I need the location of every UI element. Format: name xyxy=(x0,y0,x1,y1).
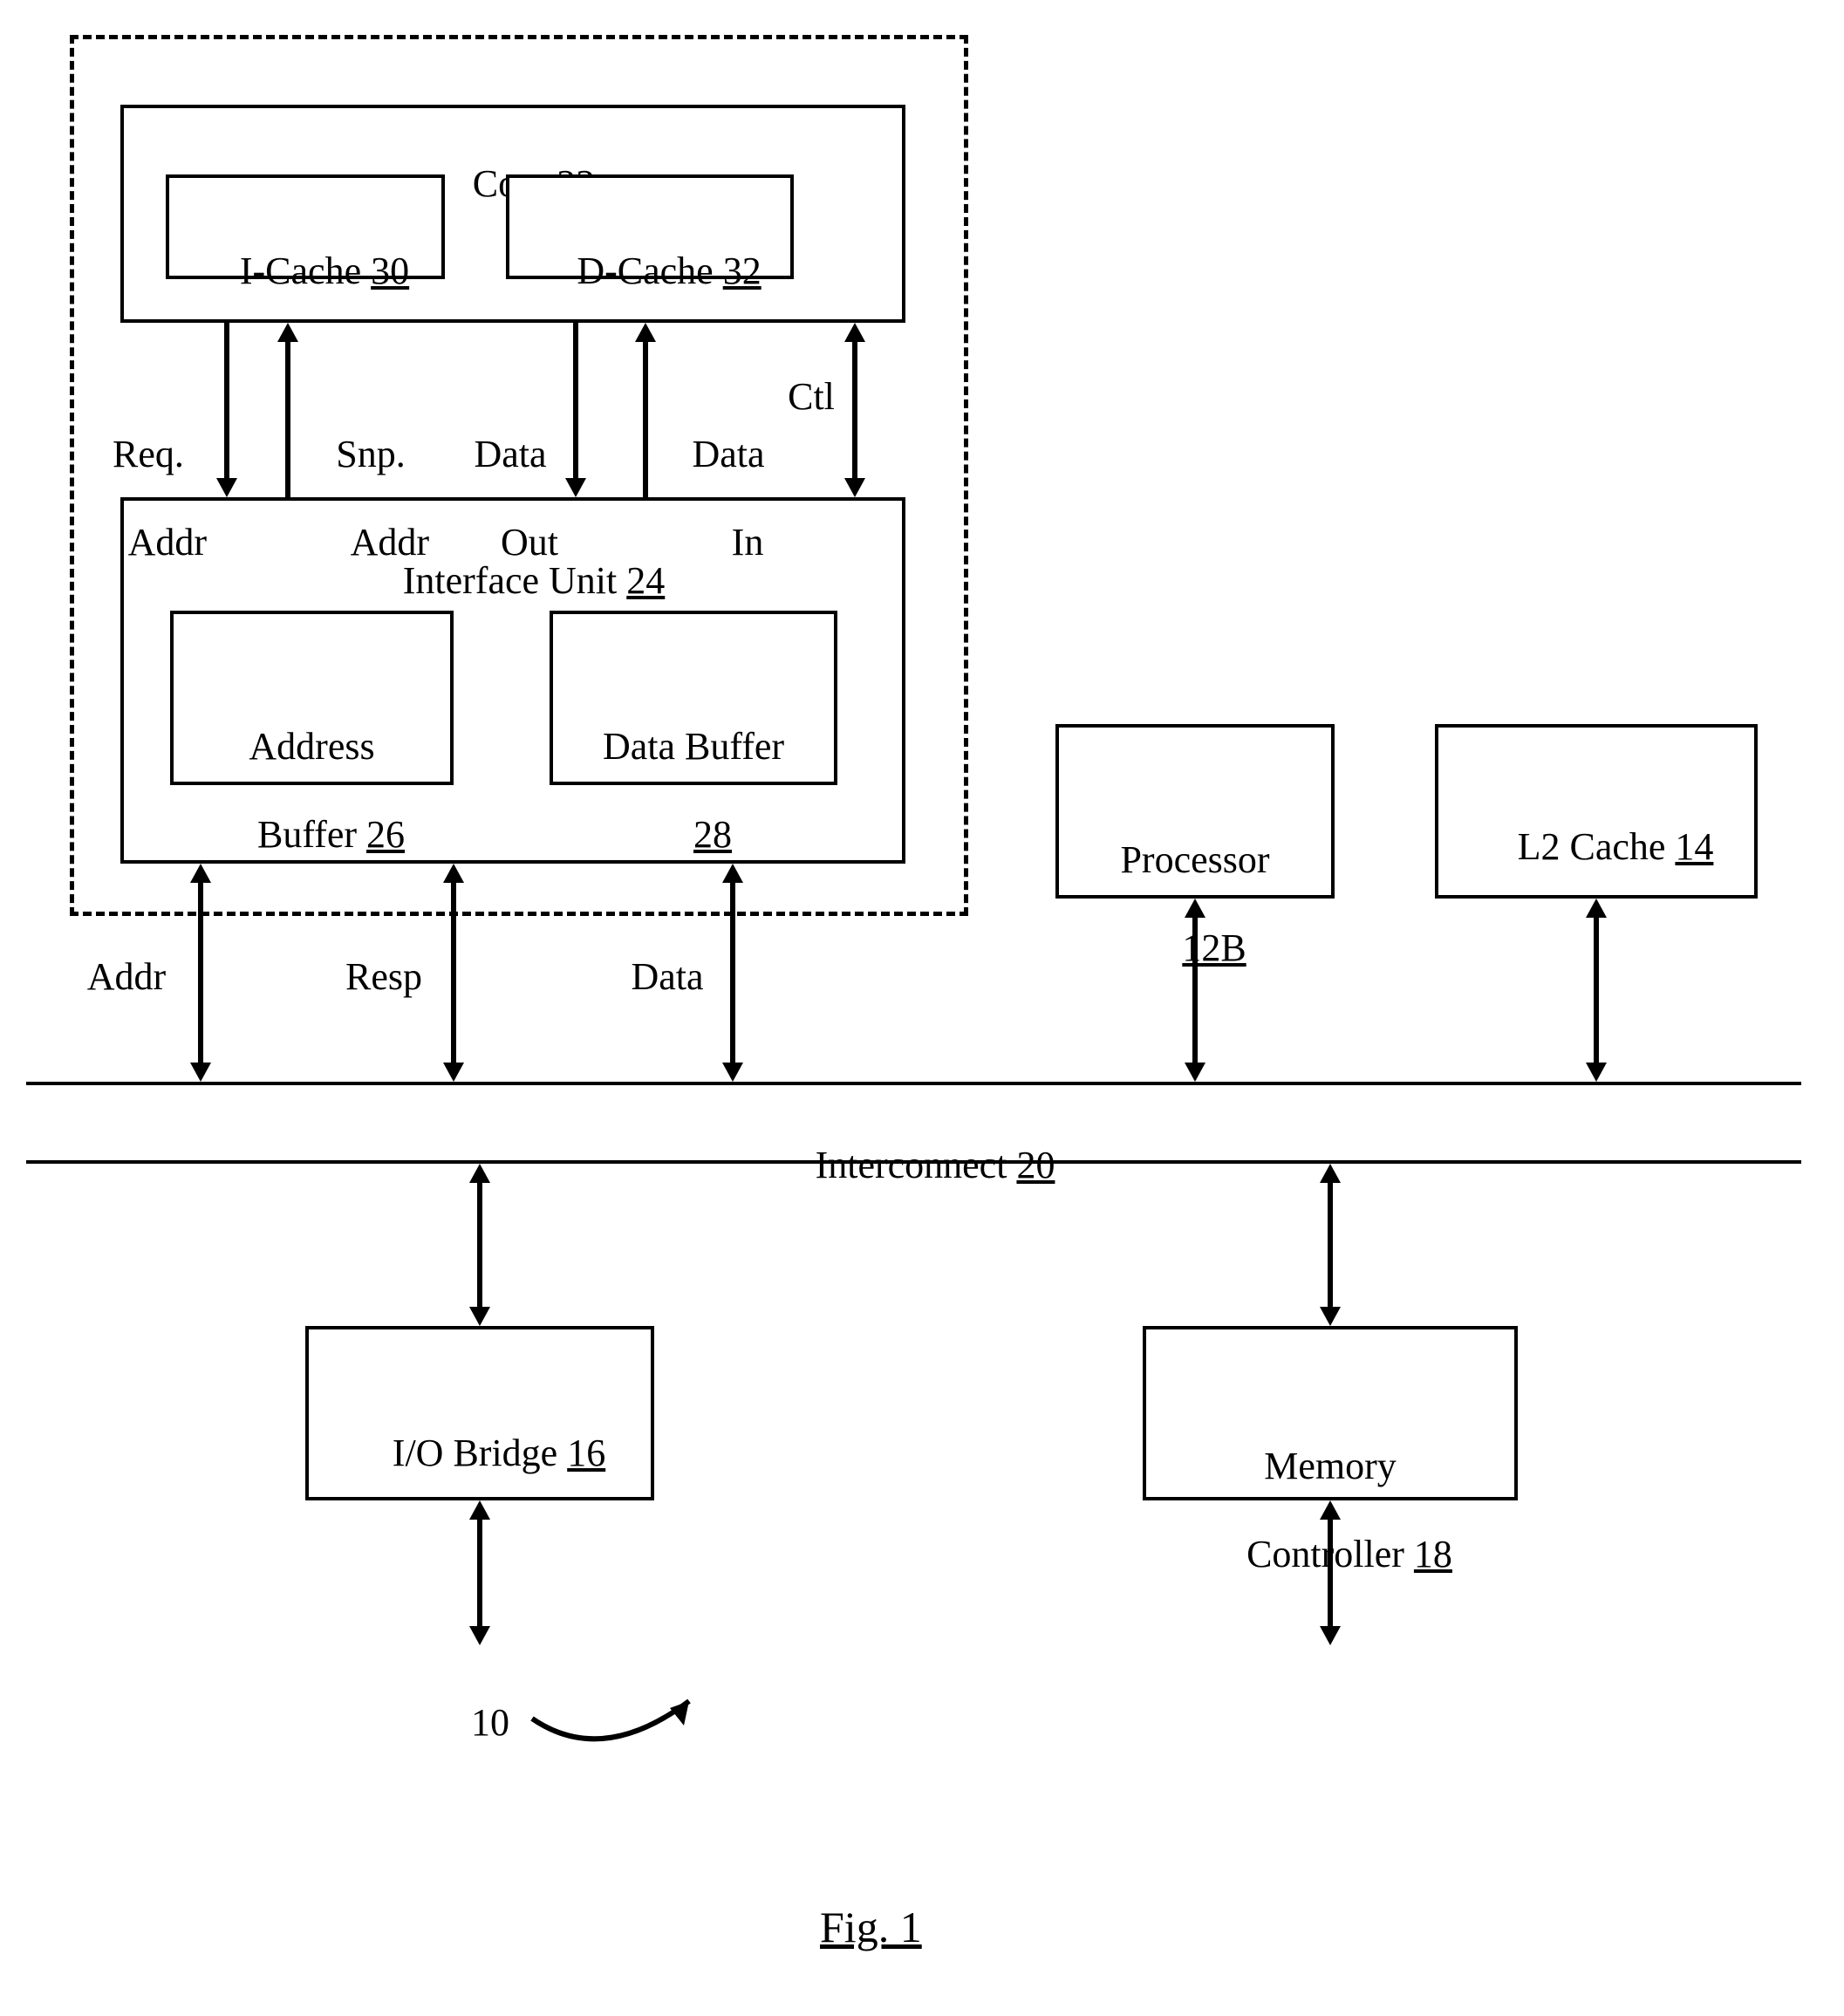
io-bridge-label: I/O Bridge 16 xyxy=(318,1387,641,1520)
io-bridge-bottom-arrow-icon xyxy=(462,1500,497,1649)
l2-cache-label: L2 Cache 14 xyxy=(1448,781,1745,913)
l2-cache-arrow-icon xyxy=(1579,899,1614,1086)
addr-label: Addr xyxy=(70,955,183,1000)
system-ref-arrow-icon xyxy=(523,1684,715,1771)
figure-caption: Fig. 1 xyxy=(820,1902,922,1952)
memory-controller-bottom-arrow-icon xyxy=(1313,1500,1348,1649)
processor-12b-arrow-icon xyxy=(1178,899,1212,1086)
figure-1: Processor 12A Core 22 I-Cache 30 D-Cache… xyxy=(0,0,1844,2016)
interconnect-top-line xyxy=(26,1082,1801,1085)
address-buffer-label: Address Buffer 26 xyxy=(179,637,445,902)
req-addr-arrow-icon xyxy=(209,323,244,502)
data-in-label: Data In xyxy=(672,345,785,610)
icache-label: I-Cache 30 xyxy=(179,205,432,338)
dcache-label: D-Cache 32 xyxy=(519,205,781,338)
interconnect-label: Interconnect 20 xyxy=(698,1099,1134,1232)
resp-label: Resp xyxy=(323,955,445,1000)
memory-controller-top-arrow-icon xyxy=(1313,1164,1348,1329)
addr-arrow-icon xyxy=(183,864,218,1086)
data-label: Data xyxy=(611,955,724,1000)
data-buffer-label: Data Buffer 28 xyxy=(558,637,829,902)
snp-addr-label: Snp. Addr xyxy=(314,345,427,610)
system-ref-label: 10 xyxy=(471,1701,509,1746)
data-in-arrow-icon xyxy=(628,323,663,502)
snp-addr-arrow-icon xyxy=(270,323,305,502)
io-bridge-top-arrow-icon xyxy=(462,1164,497,1329)
data-out-label: Data Out xyxy=(454,345,567,610)
ctl-label: Ctl xyxy=(776,375,846,420)
req-addr-label: Req. Addr xyxy=(92,345,205,610)
